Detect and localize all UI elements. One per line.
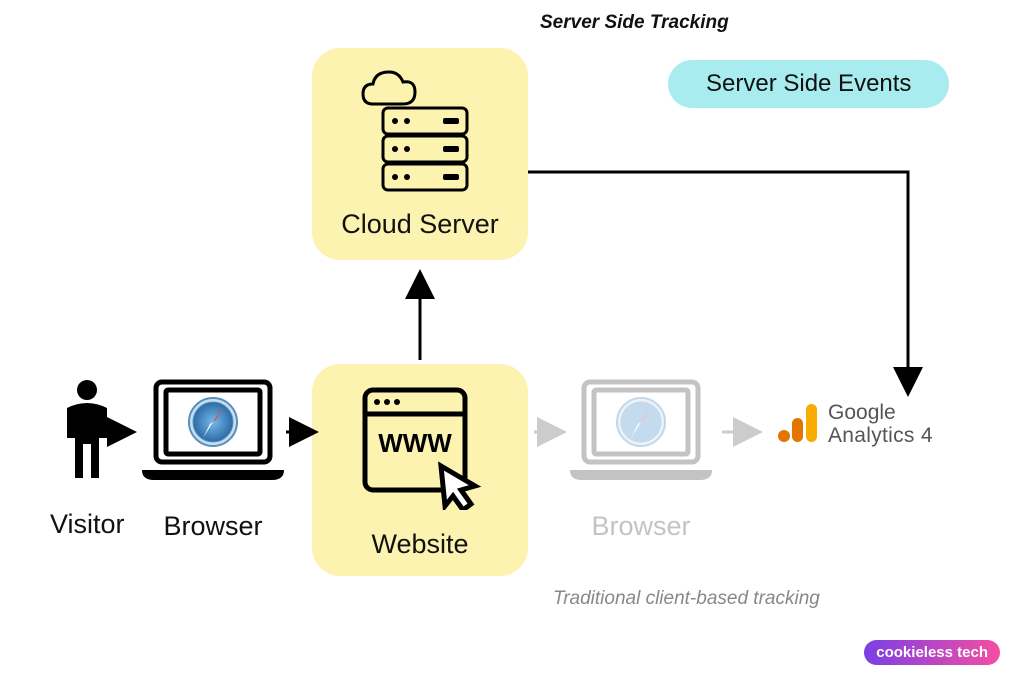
- cloud-server-node: Cloud Server: [312, 48, 528, 260]
- laptop-safari-icon: [138, 378, 288, 489]
- browser-node-1: Browser: [138, 378, 288, 542]
- person-icon: [59, 378, 115, 489]
- website-node: WWW Website: [312, 364, 528, 576]
- cloud-server-icon: [355, 68, 485, 203]
- svg-text:WWW: WWW: [378, 428, 452, 458]
- diagram-title: Server Side Tracking: [540, 12, 729, 34]
- laptop-safari-icon-faded: [566, 378, 716, 489]
- traditional-tracking-label: Traditional client-based tracking: [553, 588, 820, 610]
- browser-label-2: Browser: [591, 511, 690, 542]
- website-label: Website: [371, 529, 468, 560]
- google-analytics-icon: [776, 400, 820, 449]
- google-analytics-4-node: Google Analytics 4: [776, 400, 933, 449]
- ga4-line1: Google: [828, 402, 933, 424]
- ga4-text: Google Analytics 4: [828, 402, 933, 446]
- watermark-badge: cookieless tech: [864, 640, 1000, 665]
- browser-node-2: Browser: [566, 378, 716, 542]
- visitor-node: Visitor: [50, 378, 125, 540]
- server-side-events-badge: Server Side Events: [668, 60, 949, 108]
- website-icon: WWW: [355, 380, 485, 515]
- visitor-label: Visitor: [50, 509, 125, 540]
- browser-label-1: Browser: [163, 511, 262, 542]
- ga4-line2: Analytics 4: [828, 425, 933, 447]
- cloud-server-label: Cloud Server: [341, 209, 499, 240]
